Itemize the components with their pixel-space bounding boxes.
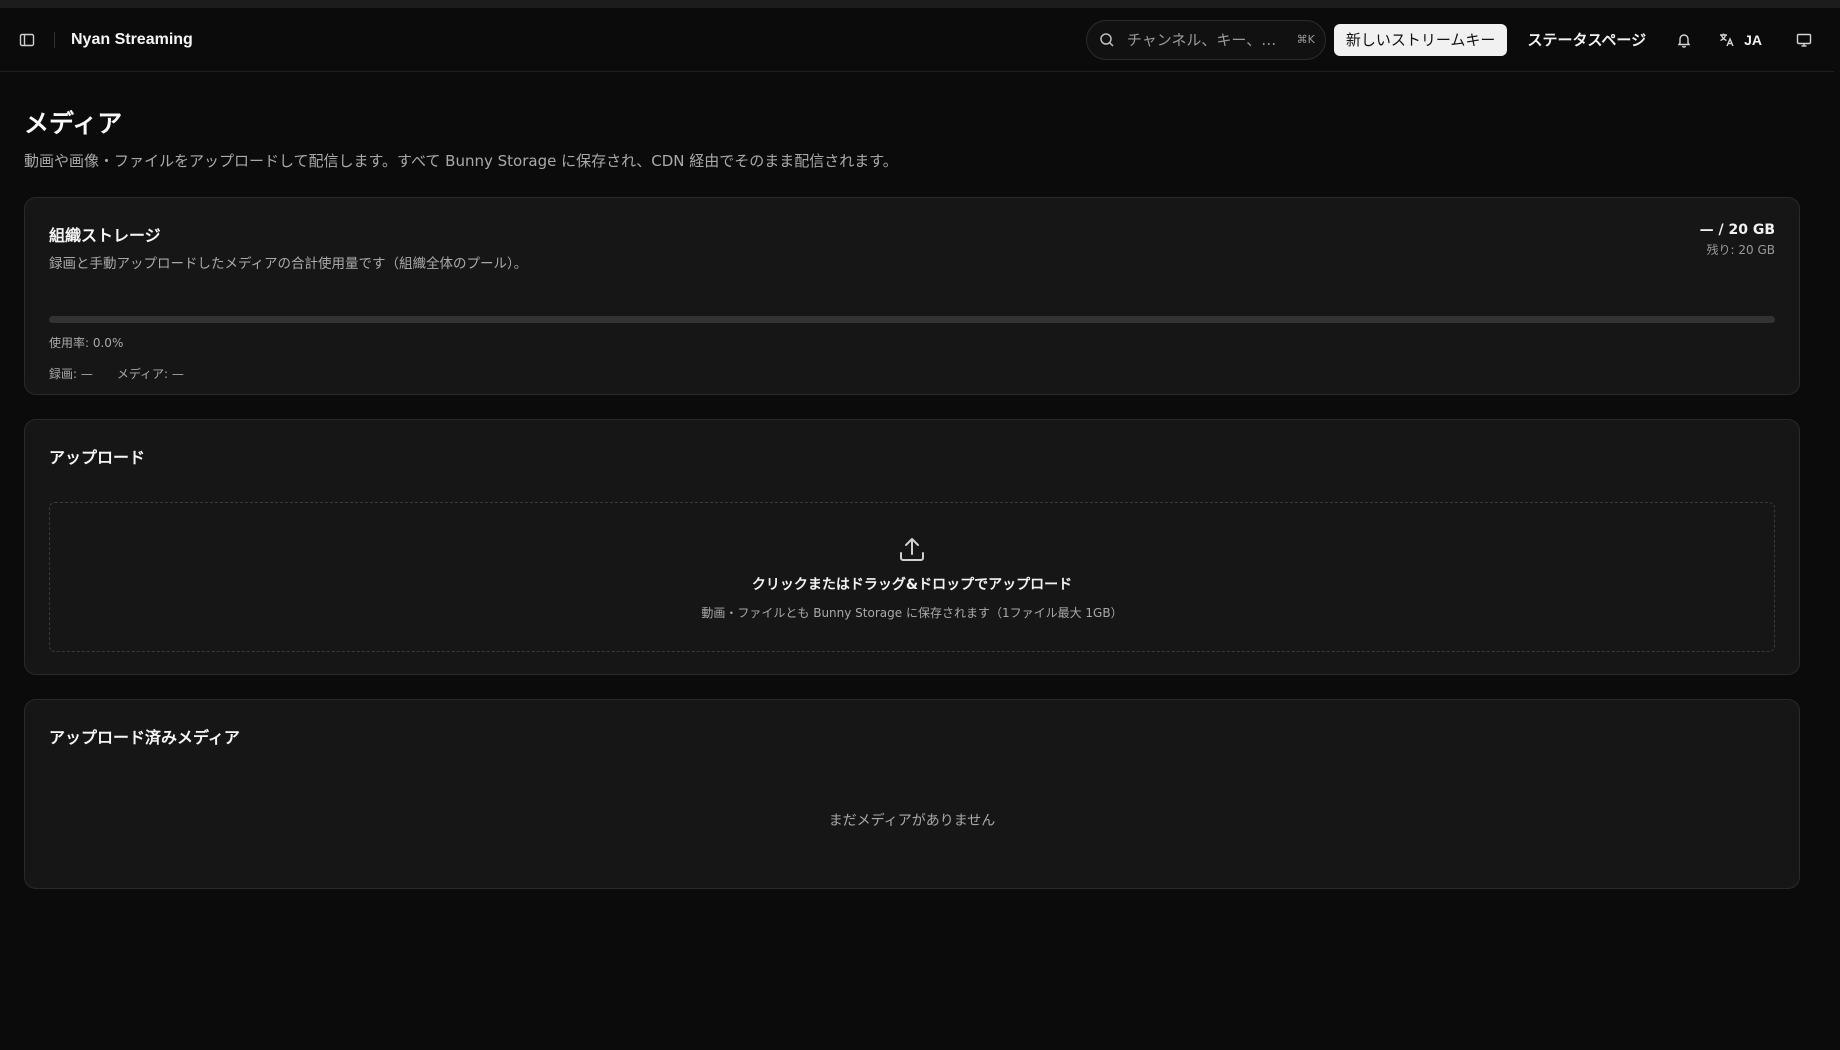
media-list-title: アップロード済みメディア	[49, 728, 240, 747]
page-title: メディア	[24, 109, 123, 138]
storage-card: 組織ストレージ 録画と手動アップロードしたメディアの合計使用量です（組織全体のプ…	[24, 197, 1800, 395]
status-page-link[interactable]: ステータスページ	[1527, 29, 1646, 50]
bell-icon[interactable]	[1670, 26, 1698, 54]
upload-card: アップロード クリックまたはドラッグ&ドロップでアップロード 動画・ファイルとも…	[24, 419, 1800, 675]
dropzone-subtitle: 動画・ファイルとも Bunny Storage に保存されます（1ファイル最大 …	[701, 605, 1123, 620]
upload-dropzone[interactable]: クリックまたはドラッグ&ドロップでアップロード 動画・ファイルとも Bunny …	[49, 502, 1775, 652]
search-icon	[1100, 32, 1114, 47]
media-empty-state: まだメディアがありません	[828, 813, 996, 829]
new-stream-key-button[interactable]: 新しいストリームキー	[1333, 23, 1508, 56]
window-top-strip	[0, 0, 1840, 8]
storage-subtitle: 録画と手動アップロードしたメディアの合計使用量です（組織全体のプール）。	[49, 256, 528, 272]
search-shortcut: ⌘K	[1296, 33, 1315, 46]
language-label: JA	[1744, 31, 1762, 48]
storage-amount-total: — / 20 GB	[1699, 222, 1775, 238]
translate-icon	[1720, 33, 1734, 46]
page-description: 動画や画像・ファイルをアップロードして配信します。すべて Bunny Stora…	[24, 152, 898, 170]
sidebar-toggle-icon[interactable]	[16, 29, 38, 51]
storage-progress-bar	[49, 316, 1775, 323]
main-content: メディア 動画や画像・ファイルをアップロードして配信します。すべて Bunny …	[0, 104, 1800, 889]
storage-recordings: 録画: —	[49, 367, 93, 381]
header-divider	[54, 31, 55, 48]
media-list-card: アップロード済みメディア まだメディアがありません	[24, 699, 1800, 889]
dropzone-title: クリックまたはドラッグ&ドロップでアップロード	[751, 576, 1073, 593]
storage-title: 組織ストレージ	[49, 226, 161, 245]
monitor-icon[interactable]	[1790, 26, 1818, 54]
app-title: Nyan Streaming	[71, 30, 193, 48]
search-input[interactable]	[1126, 30, 1291, 49]
search-box[interactable]: ⌘K	[1085, 19, 1326, 60]
storage-amount-remaining: 残り: 20 GB	[1706, 243, 1775, 257]
storage-usage-rate: 使用率: 0.0%	[49, 336, 124, 350]
upload-title: アップロード	[49, 448, 146, 467]
storage-media: メディア: —	[116, 367, 184, 381]
upload-icon	[900, 537, 924, 561]
top-header: Nyan Streaming ⌘K 新しいストリームキー ステータスページ JA	[0, 8, 1834, 72]
language-switcher[interactable]: JA	[1718, 31, 1762, 49]
